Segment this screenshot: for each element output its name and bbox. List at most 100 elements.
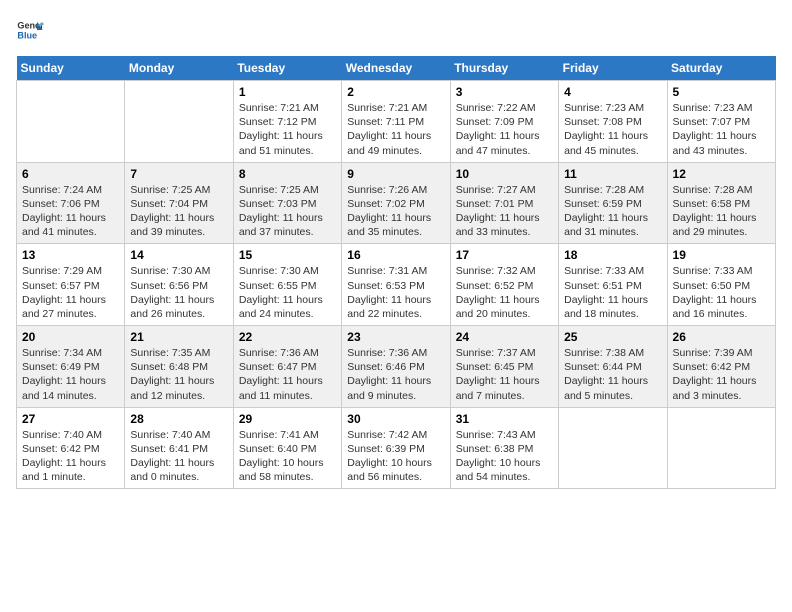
day-number: 1 [239,85,336,99]
day-detail: Sunrise: 7:30 AMSunset: 6:55 PMDaylight:… [239,264,336,321]
calendar-cell: 31 Sunrise: 7:43 AMSunset: 6:38 PMDayligh… [450,407,558,489]
calendar-cell [17,81,125,163]
day-number: 8 [239,167,336,181]
day-detail: Sunrise: 7:36 AMSunset: 6:46 PMDaylight:… [347,346,444,403]
day-number: 25 [564,330,661,344]
calendar-cell: 30Sunrise: 7:42 AMSunset: 6:39 PMDayligh… [342,407,450,489]
calendar-cell: 9Sunrise: 7:26 AMSunset: 7:02 PMDaylight… [342,162,450,244]
weekday-header-friday: Friday [559,56,667,81]
calendar-cell: 18Sunrise: 7:33 AMSunset: 6:51 PMDayligh… [559,244,667,326]
day-detail: Sunrise: 7:35 AMSunset: 6:48 PMDaylight:… [130,346,227,403]
calendar-cell: 29Sunrise: 7:41 AMSunset: 6:40 PMDayligh… [233,407,341,489]
day-number: 12 [673,167,770,181]
day-number: 7 [130,167,227,181]
calendar-cell: 2 Sunrise: 7:21 AMSunset: 7:11 PMDaylight… [342,81,450,163]
calendar-cell: 28 Sunrise: 7:40 AMSunset: 6:41 PMDayligh… [125,407,233,489]
day-detail: Sunrise: 7:34 AMSunset: 6:49 PMDaylight:… [22,346,119,403]
day-number: 23 [347,330,444,344]
calendar-cell: 23 Sunrise: 7:36 AMSunset: 6:46 PMDayligh… [342,326,450,408]
calendar-cell: 10 Sunrise: 7:27 AMSunset: 7:01 PMDayligh… [450,162,558,244]
weekday-header-sunday: Sunday [17,56,125,81]
calendar-cell: 24 Sunrise: 7:37 AMSunset: 6:45 PMDayligh… [450,326,558,408]
day-detail: Sunrise: 7:31 AMSunset: 6:53 PMDaylight:… [347,264,444,321]
day-number: 31 [456,412,553,426]
day-number: 6 [22,167,119,181]
day-number: 11 [564,167,661,181]
day-detail: Sunrise: 7:27 AMSunset: 7:01 PMDaylight:… [456,183,553,240]
calendar-cell: 26 Sunrise: 7:39 AMSunset: 6:42 PMDayligh… [667,326,775,408]
calendar-cell: 19 Sunrise: 7:33 AMSunset: 6:50 PMDayligh… [667,244,775,326]
day-detail: Sunrise: 7:40 AMSunset: 6:41 PMDaylight:… [130,428,227,485]
calendar-cell: 14Sunrise: 7:30 AMSunset: 6:56 PMDayligh… [125,244,233,326]
calendar-cell: 12Sunrise: 7:28 AMSunset: 6:58 PMDayligh… [667,162,775,244]
calendar-table: SundayMondayTuesdayWednesdayThursdayFrid… [16,56,776,489]
day-detail: Sunrise: 7:39 AMSunset: 6:42 PMDaylight:… [673,346,770,403]
calendar-cell: 17 Sunrise: 7:32 AMSunset: 6:52 PMDayligh… [450,244,558,326]
day-number: 22 [239,330,336,344]
calendar-cell: 20Sunrise: 7:34 AMSunset: 6:49 PMDayligh… [17,326,125,408]
day-detail: Sunrise: 7:33 AMSunset: 6:50 PMDaylight:… [673,264,770,321]
day-number: 10 [456,167,553,181]
weekday-header-row: SundayMondayTuesdayWednesdayThursdayFrid… [17,56,776,81]
day-number: 3 [456,85,553,99]
calendar-cell: 25 Sunrise: 7:38 AMSunset: 6:44 PMDayligh… [559,326,667,408]
day-detail: Sunrise: 7:42 AMSunset: 6:39 PMDaylight:… [347,428,444,485]
day-number: 24 [456,330,553,344]
logo: General Blue [16,16,44,44]
weekday-header-thursday: Thursday [450,56,558,81]
weekday-header-saturday: Saturday [667,56,775,81]
day-detail: Sunrise: 7:23 AMSunset: 7:08 PMDaylight:… [564,101,661,158]
day-detail: Sunrise: 7:28 AMSunset: 6:59 PMDaylight:… [564,183,661,240]
calendar-cell: 22 Sunrise: 7:36 AMSunset: 6:47 PMDayligh… [233,326,341,408]
day-detail: Sunrise: 7:37 AMSunset: 6:45 PMDaylight:… [456,346,553,403]
day-detail: Sunrise: 7:22 AMSunset: 7:09 PMDaylight:… [456,101,553,158]
day-number: 2 [347,85,444,99]
day-detail: Sunrise: 7:21 AMSunset: 7:12 PMDaylight:… [239,101,336,158]
day-number: 26 [673,330,770,344]
calendar-cell: 13 Sunrise: 7:29 AMSunset: 6:57 PMDayligh… [17,244,125,326]
calendar-cell: 16Sunrise: 7:31 AMSunset: 6:53 PMDayligh… [342,244,450,326]
day-detail: Sunrise: 7:41 AMSunset: 6:40 PMDaylight:… [239,428,336,485]
day-number: 27 [22,412,119,426]
calendar-cell: 7Sunrise: 7:25 AMSunset: 7:04 PMDaylight… [125,162,233,244]
day-number: 21 [130,330,227,344]
day-detail: Sunrise: 7:21 AMSunset: 7:11 PMDaylight:… [347,101,444,158]
logo-icon: General Blue [16,16,44,44]
week-row-4: 20Sunrise: 7:34 AMSunset: 6:49 PMDayligh… [17,326,776,408]
day-detail: Sunrise: 7:36 AMSunset: 6:47 PMDaylight:… [239,346,336,403]
calendar-cell [125,81,233,163]
calendar-cell: 3 Sunrise: 7:22 AMSunset: 7:09 PMDaylight… [450,81,558,163]
day-number: 15 [239,248,336,262]
day-detail: Sunrise: 7:23 AMSunset: 7:07 PMDaylight:… [673,101,770,158]
calendar-cell: 21 Sunrise: 7:35 AMSunset: 6:48 PMDayligh… [125,326,233,408]
day-detail: Sunrise: 7:38 AMSunset: 6:44 PMDaylight:… [564,346,661,403]
day-detail: Sunrise: 7:26 AMSunset: 7:02 PMDaylight:… [347,183,444,240]
day-detail: Sunrise: 7:43 AMSunset: 6:38 PMDaylight:… [456,428,553,485]
day-number: 13 [22,248,119,262]
calendar-cell: 15 Sunrise: 7:30 AMSunset: 6:55 PMDayligh… [233,244,341,326]
day-number: 28 [130,412,227,426]
day-number: 19 [673,248,770,262]
day-number: 5 [673,85,770,99]
svg-text:Blue: Blue [17,30,37,40]
day-number: 17 [456,248,553,262]
day-detail: Sunrise: 7:29 AMSunset: 6:57 PMDaylight:… [22,264,119,321]
calendar-cell: 4 Sunrise: 7:23 AMSunset: 7:08 PMDaylight… [559,81,667,163]
day-number: 4 [564,85,661,99]
week-row-2: 6Sunrise: 7:24 AMSunset: 7:06 PMDaylight… [17,162,776,244]
day-detail: Sunrise: 7:25 AMSunset: 7:03 PMDaylight:… [239,183,336,240]
day-detail: Sunrise: 7:33 AMSunset: 6:51 PMDaylight:… [564,264,661,321]
calendar-cell: 1 Sunrise: 7:21 AMSunset: 7:12 PMDaylight… [233,81,341,163]
day-detail: Sunrise: 7:40 AMSunset: 6:42 PMDaylight:… [22,428,119,485]
calendar-cell: 11 Sunrise: 7:28 AMSunset: 6:59 PMDayligh… [559,162,667,244]
day-detail: Sunrise: 7:32 AMSunset: 6:52 PMDaylight:… [456,264,553,321]
calendar-cell [559,407,667,489]
weekday-header-monday: Monday [125,56,233,81]
weekday-header-tuesday: Tuesday [233,56,341,81]
calendar-cell: 27 Sunrise: 7:40 AMSunset: 6:42 PMDayligh… [17,407,125,489]
week-row-1: 1 Sunrise: 7:21 AMSunset: 7:12 PMDaylight… [17,81,776,163]
calendar-cell: 8 Sunrise: 7:25 AMSunset: 7:03 PMDaylight… [233,162,341,244]
page-header: General Blue [16,16,776,44]
calendar-cell: 5 Sunrise: 7:23 AMSunset: 7:07 PMDaylight… [667,81,775,163]
week-row-5: 27 Sunrise: 7:40 AMSunset: 6:42 PMDayligh… [17,407,776,489]
